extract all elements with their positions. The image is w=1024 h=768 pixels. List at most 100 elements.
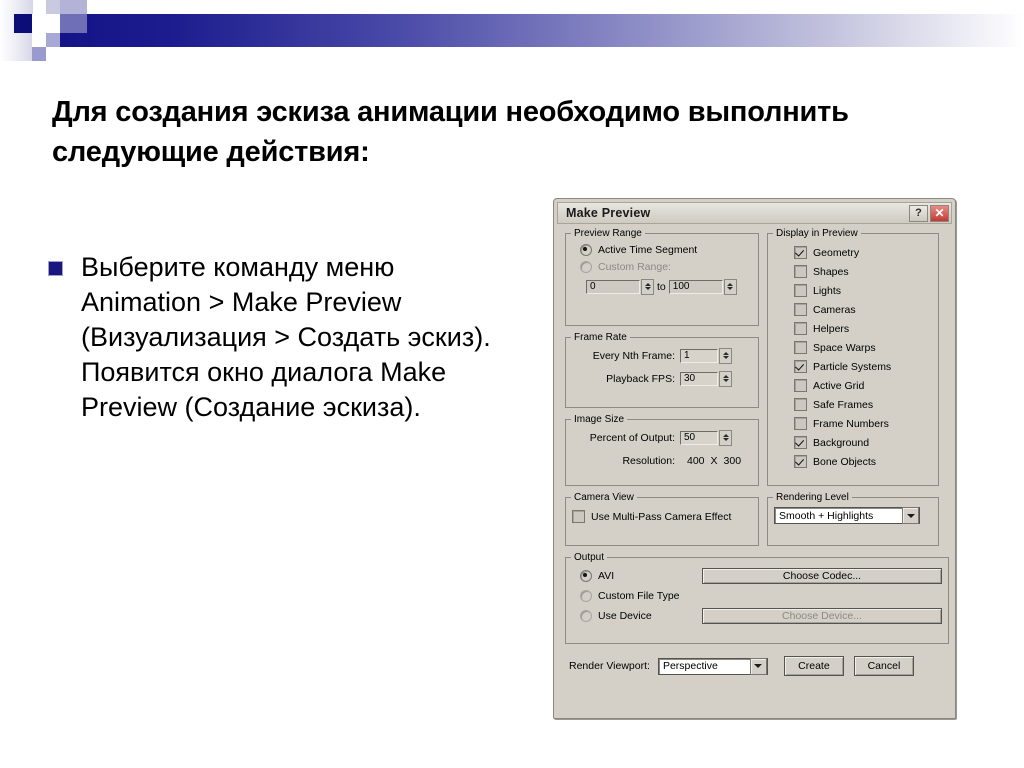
checkbox-label-space-warps: Space Warps [813,341,876,354]
checkbox-cameras[interactable]: Cameras [794,300,932,319]
every-nth-frame-spinner[interactable] [719,347,732,364]
checkbox-label-multipass: Use Multi-Pass Camera Effect [591,510,732,523]
camera-view-group: Camera View Use Multi-Pass Camera Effect [565,492,759,546]
help-button[interactable]: ? [909,204,928,222]
output-group: Output AVI Choose Codec... Custom File T… [565,552,949,644]
checkbox-label-helpers: Helpers [813,322,850,335]
camera-view-legend: Camera View [574,492,634,503]
chevron-down-icon[interactable] [902,507,919,524]
checkbox-label-frame-numbers: Frame Numbers [813,417,889,430]
preview-range-group: Preview Range Active Time Segment Custom… [565,228,759,326]
checkbox-frame-numbers[interactable]: Frame Numbers [794,414,932,433]
banner-tile-white-bottom [46,47,60,61]
playback-fps-input[interactable]: 30 [680,371,718,386]
render-viewport-label: Render Viewport: [569,660,650,672]
checkbox-label-cameras: Cameras [813,303,856,316]
radio-icon-custom-file-type[interactable] [580,589,592,602]
radio-icon-custom-range [580,260,592,273]
cancel-button[interactable]: Cancel [853,656,914,676]
checkbox-icon-bone-objects [794,455,807,468]
radio-label-avi: AVI [598,569,615,582]
banner-tile-light-3 [46,33,60,47]
banner-gradient-bar [60,14,1024,47]
preview-range-legend: Preview Range [574,228,642,239]
percent-of-output-spinner[interactable] [719,429,732,446]
radio-label-custom-file-type: Custom File Type [598,589,680,602]
resolution-height-value: 300 [723,454,742,467]
radio-active-time-segment[interactable]: Active Time Segment [580,241,752,258]
checkbox-particle-systems[interactable]: Particle Systems [794,357,932,376]
custom-range-from-input[interactable]: 0 [586,279,640,294]
radio-label-custom-range: Custom Range: [598,260,671,273]
display-in-preview-group: Display in Preview Geometry Shapes Light… [767,228,939,486]
checkbox-label-active-grid: Active Grid [813,379,865,392]
dialog-footer: Render Viewport: Perspective Create Canc… [565,654,937,678]
image-size-legend: Image Size [574,414,625,425]
rendering-level-select[interactable]: Smooth + Highlights [774,507,920,524]
checkbox-label-particle-systems: Particle Systems [813,360,892,373]
radio-custom-range[interactable]: Custom Range: [580,258,752,275]
rendering-level-legend: Rendering Level [776,492,849,503]
radio-label-use-device: Use Device [598,609,652,622]
banner-tile-light-1 [46,0,60,14]
checkbox-bone-objects[interactable]: Bone Objects [794,452,932,471]
percent-of-output-input[interactable]: 50 [680,430,718,445]
choose-device-button: Choose Device... [702,607,942,624]
frame-rate-legend: Frame Rate [574,332,627,343]
checkbox-icon-multipass [572,510,585,523]
render-viewport-select[interactable]: Perspective [657,657,768,675]
checkbox-lights[interactable]: Lights [794,281,932,300]
checkbox-icon-helpers [794,322,807,335]
rendering-level-value: Smooth + Highlights [779,509,874,522]
checkbox-icon-frame-numbers [794,417,807,430]
bullet-list-item: Выберите команду меню Animation > Make P… [48,250,518,425]
checkbox-label-safe-frames: Safe Frames [813,398,874,411]
percent-of-output-label: Percent of Output: [589,431,675,444]
page-title: Для создания эскиза анимации необходимо … [52,96,849,169]
close-icon[interactable]: ✕ [930,204,949,222]
checkbox-active-grid[interactable]: Active Grid [794,376,932,395]
checkbox-shapes[interactable]: Shapes [794,262,932,281]
range-to-label: to [657,280,666,293]
frame-rate-group: Frame Rate Every Nth Frame: 1 Playback F… [565,332,759,408]
checkbox-icon-lights [794,284,807,297]
checkbox-space-warps[interactable]: Space Warps [794,338,932,357]
slide-banner [0,0,1024,61]
dialog-body: Preview Range Active Time Segment Custom… [557,224,952,716]
checkbox-use-multipass-camera-effect[interactable]: Use Multi-Pass Camera Effect [572,508,752,525]
checkbox-label-bone-objects: Bone Objects [813,455,877,468]
checkbox-icon-cameras [794,303,807,316]
playback-fps-spinner[interactable] [719,370,732,387]
checkbox-background[interactable]: Background [794,433,932,452]
dialog-title: Make Preview [566,206,651,220]
playback-fps-label: Playback FPS: [606,372,675,385]
every-nth-frame-input[interactable]: 1 [680,348,718,363]
banner-tile-white-mid [32,14,60,33]
square-bullet-icon [48,261,63,276]
resolution-width-value: 400 [687,454,705,467]
chevron-down-icon-viewport[interactable] [749,657,767,675]
banner-tile-light-4 [32,47,46,61]
create-button[interactable]: Create [783,656,844,676]
custom-range-to-input[interactable]: 100 [668,279,723,294]
checkbox-icon-shapes [794,265,807,278]
choose-codec-button[interactable]: Choose Codec... [702,567,942,584]
dialog-titlebar[interactable]: Make Preview ? ✕ [557,202,952,224]
checkbox-icon-particle-systems [794,360,807,373]
every-nth-frame-label: Every Nth Frame: [592,349,675,362]
make-preview-dialog: Make Preview ? ✕ Preview Range Active Ti… [553,198,956,719]
custom-range-to-spinner[interactable] [723,278,737,295]
checkbox-icon-active-grid [794,379,807,392]
banner-tile-navy [14,14,32,33]
checkbox-safe-frames[interactable]: Safe Frames [794,395,932,414]
checkbox-label-background: Background [813,436,870,449]
radio-icon-use-device[interactable] [580,609,592,622]
banner-tile-light-2 [60,0,87,14]
checkbox-helpers[interactable]: Helpers [794,319,932,338]
checkbox-geometry[interactable]: Geometry [794,243,932,262]
custom-range-from-spinner[interactable] [641,278,654,295]
checkbox-label-shapes: Shapes [813,265,849,278]
radio-icon-avi[interactable] [580,569,592,582]
checkbox-label-lights: Lights [813,284,842,297]
radio-label-active-time-segment: Active Time Segment [598,243,698,256]
